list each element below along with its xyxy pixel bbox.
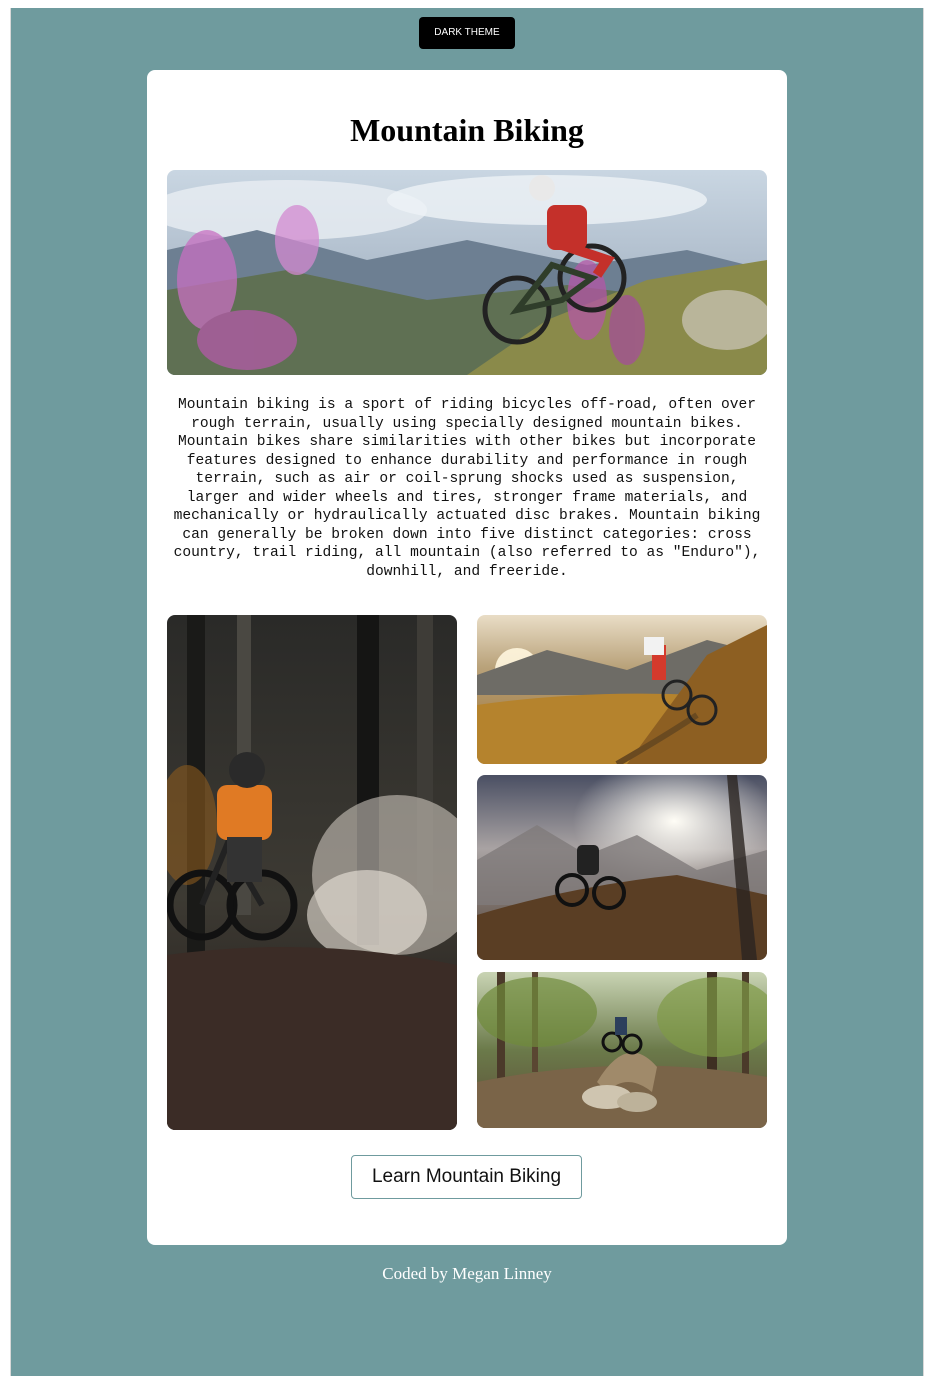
photo-riders-forest-jump [477,972,767,1128]
content-card: Mountain Biking Mountain biking is a spo… [147,70,787,1245]
photo-rider-sunset-ridge [477,775,767,960]
footer-credit: Coded by Megan Linney [382,1264,552,1283]
photo-rider-forest-splash [167,615,457,1130]
photo-rider-golden-hills [477,615,767,764]
description-text: Mountain biking is a sport of riding bic… [173,397,761,580]
learn-mountain-biking-button[interactable]: Learn Mountain Biking [351,1155,582,1199]
dark-theme-button[interactable]: DARK THEME [419,17,515,49]
page-title: Mountain Biking [350,112,584,148]
page-background: DARK THEME Mountain Biking Mountain biki… [10,8,924,1376]
hero-photo-rider-meadow [167,170,767,375]
